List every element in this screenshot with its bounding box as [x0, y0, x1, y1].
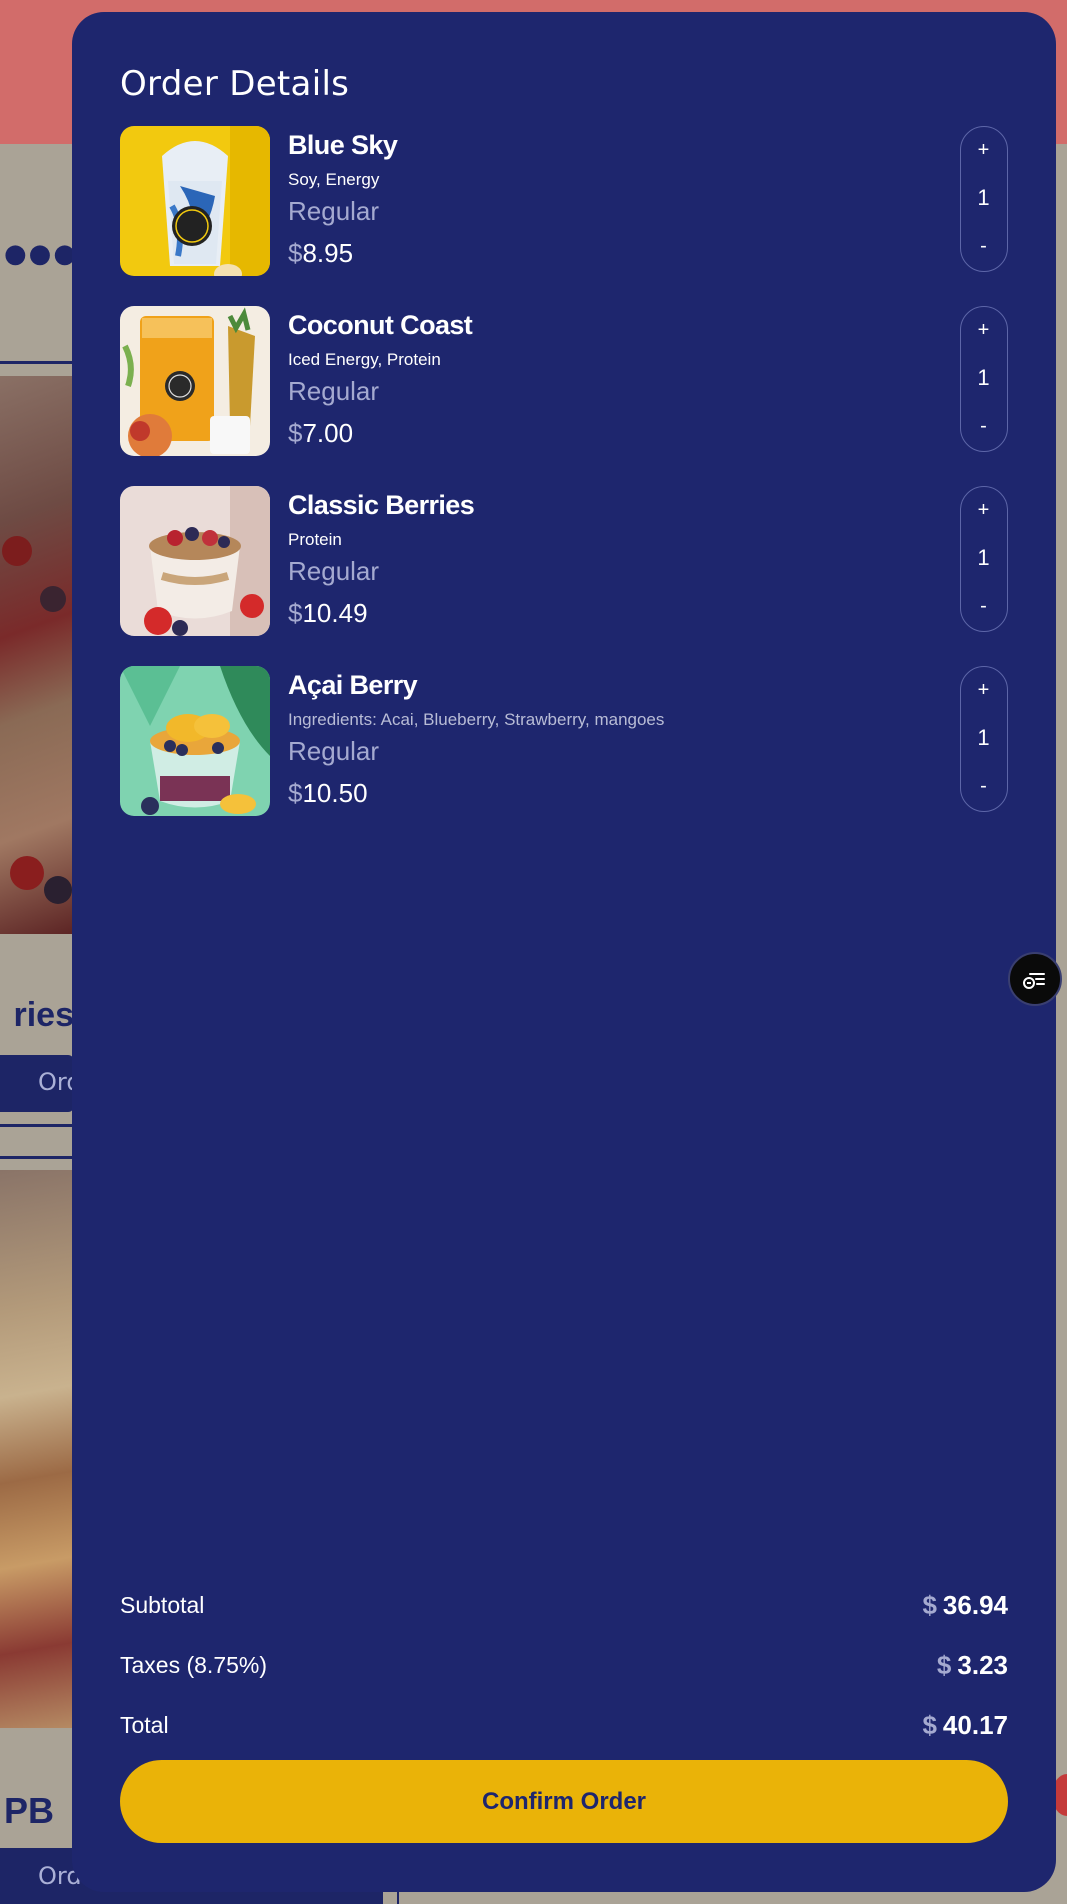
total-label: Total — [120, 1712, 169, 1738]
taxes-value: $3.23 — [937, 1650, 1008, 1681]
currency-symbol: $ — [936, 1650, 952, 1680]
item-details: Ingredients: Acai, Blueberry, Strawberry… — [288, 710, 665, 729]
quantity-stepper: + 1 - — [960, 486, 1008, 632]
item-name: Açai Berry — [288, 670, 418, 700]
subtotal-row: Subtotal $36.94 — [120, 1590, 1008, 1632]
item-size: Regular — [288, 376, 380, 406]
price-value: 10.50 — [302, 778, 368, 808]
order-details-modal: Order Details Blue Sky Soy, Energy Regul… — [72, 12, 1056, 1892]
taxes-amount: 3.23 — [957, 1650, 1008, 1680]
confirm-order-button[interactable]: Confirm Order — [120, 1760, 1008, 1843]
product-image — [120, 666, 270, 816]
background-order-button[interactable]: Order — [0, 1055, 74, 1112]
item-name: Blue Sky — [288, 130, 398, 160]
item-price: $10.50 — [288, 778, 368, 809]
item-details: Protein — [288, 530, 342, 549]
divider — [0, 1156, 74, 1159]
order-item: Blue Sky Soy, Energy Regular $8.95 + 1 - — [120, 126, 1008, 276]
product-image — [120, 486, 270, 636]
divider — [0, 1124, 74, 1127]
price-value: 10.49 — [302, 598, 368, 628]
item-size: Regular — [288, 736, 380, 766]
quantity-value: 1 — [977, 185, 990, 210]
currency-symbol: $ — [922, 1590, 937, 1620]
background-product-photo — [0, 376, 74, 934]
currency-symbol: $ — [288, 418, 303, 448]
quantity-value: 1 — [977, 365, 990, 390]
currency-symbol: $ — [922, 1710, 937, 1740]
taxes-row: Taxes (8.75%) $3.23 — [120, 1650, 1008, 1692]
currency-symbol: $ — [288, 778, 303, 808]
quantity-stepper: + 1 - — [960, 666, 1008, 812]
item-size: Regular — [288, 196, 380, 226]
order-item: Açai Berry Ingredients: Acai, Blueberry,… — [120, 666, 1008, 816]
decrease-quantity-button[interactable]: - — [961, 235, 1006, 258]
taxes-label: Taxes (8.75%) — [120, 1652, 268, 1678]
increase-quantity-button[interactable]: + — [961, 679, 1006, 702]
quantity-value: 1 — [977, 725, 990, 750]
order-item: Coconut Coast Iced Energy, Protein Regul… — [120, 306, 1008, 456]
product-image — [120, 306, 270, 456]
background-product-title: PB — [4, 1790, 55, 1831]
item-details: Soy, Energy — [288, 170, 380, 189]
increase-quantity-button[interactable]: + — [961, 499, 1006, 522]
price-value: 7.00 — [302, 418, 354, 448]
increase-quantity-button[interactable]: + — [961, 319, 1006, 342]
subtotal-value: $36.94 — [922, 1590, 1008, 1621]
item-size: Regular — [288, 556, 380, 586]
background-category-title: ries — [13, 996, 75, 1034]
subtotal-amount: 36.94 — [942, 1590, 1008, 1620]
total-amount: 40.17 — [942, 1710, 1008, 1740]
item-name: Coconut Coast — [288, 310, 473, 340]
total-row: Total $40.17 — [120, 1710, 1008, 1752]
decrease-quantity-button[interactable]: - — [961, 775, 1006, 798]
decrease-quantity-button[interactable]: - — [961, 415, 1006, 438]
filter-list-icon — [1023, 973, 1045, 989]
total-value: $40.17 — [922, 1710, 1008, 1741]
divider — [0, 361, 74, 364]
modal-title: Order Details — [120, 64, 350, 104]
filter-button[interactable] — [1008, 952, 1062, 1006]
background-product-photo — [0, 1170, 74, 1728]
decrease-quantity-button[interactable]: - — [961, 595, 1006, 618]
quantity-value: 1 — [977, 545, 990, 570]
product-image — [120, 126, 270, 276]
quantity-stepper: + 1 - — [960, 306, 1008, 452]
item-price: $8.95 — [288, 238, 353, 269]
currency-symbol: $ — [288, 598, 303, 628]
item-price: $7.00 — [288, 418, 353, 449]
quantity-stepper: + 1 - — [960, 126, 1008, 272]
item-price: $10.49 — [288, 598, 368, 629]
increase-quantity-button[interactable]: + — [961, 139, 1006, 162]
order-item: Classic Berries Protein Regular $10.49 +… — [120, 486, 1008, 636]
item-details: Iced Energy, Protein — [288, 350, 441, 369]
item-name: Classic Berries — [288, 490, 475, 520]
currency-symbol: $ — [288, 238, 303, 268]
price-value: 8.95 — [302, 238, 354, 268]
subtotal-label: Subtotal — [120, 1592, 205, 1618]
